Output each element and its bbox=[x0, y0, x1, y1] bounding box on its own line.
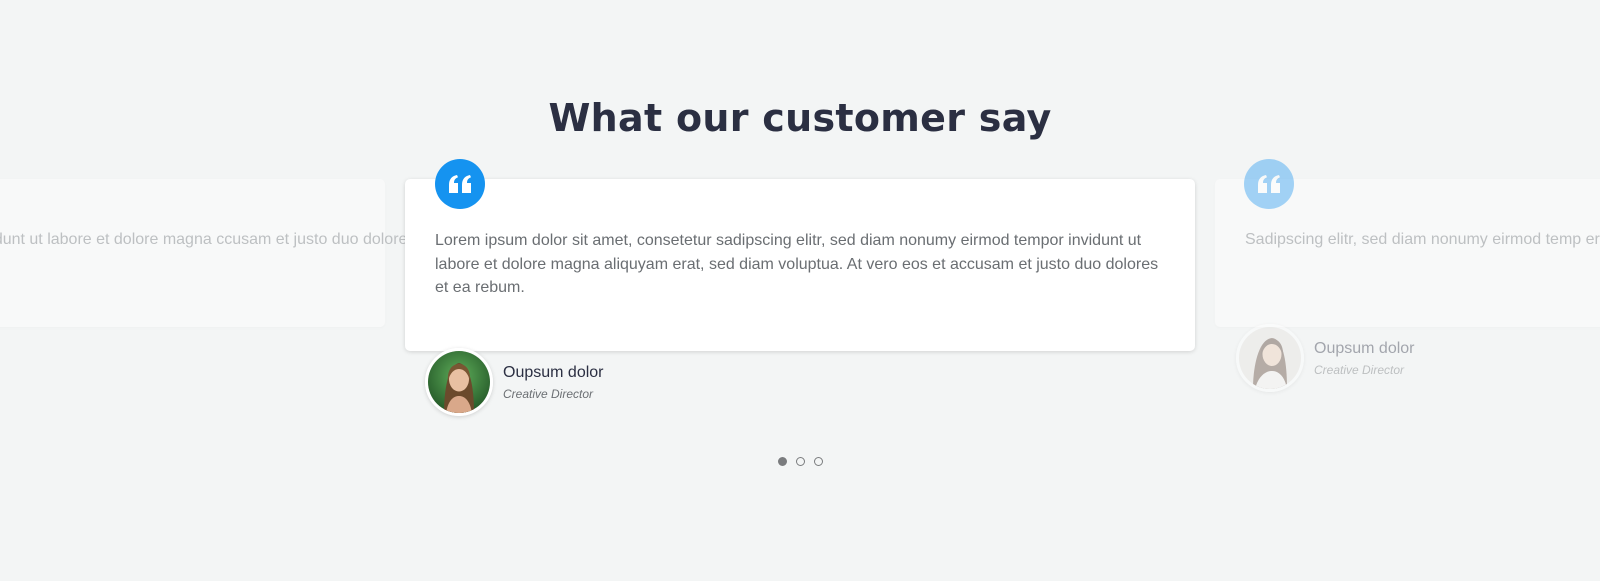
section-heading: What our customer say bbox=[548, 96, 1052, 140]
pagination-dot-3[interactable] bbox=[813, 457, 823, 466]
carousel-pagination bbox=[0, 457, 1600, 466]
author-name: Oupsum dolor bbox=[503, 363, 604, 381]
quote-icon bbox=[435, 159, 485, 209]
testimonial-text: Lorem ipsum dolor sit amet, consetetur s… bbox=[435, 232, 1159, 296]
testimonial-text: Sadipscing elitr, sed diam nonumy eirmod… bbox=[1245, 231, 1600, 248]
avatar bbox=[1236, 324, 1304, 392]
pagination-dot-2[interactable] bbox=[795, 457, 805, 466]
testimonial-text: mod tempor invidunt ut labore et dolore … bbox=[0, 231, 416, 248]
quote-icon bbox=[1244, 159, 1294, 209]
testimonial-card-active: Lorem ipsum dolor sit amet, consetetur s… bbox=[405, 179, 1195, 351]
author-name: Oupsum dolor bbox=[1314, 339, 1415, 357]
author-role: Creative Director bbox=[503, 386, 594, 401]
testimonial-card-previous[interactable]: mod tempor invidunt ut labore et dolore … bbox=[0, 179, 415, 327]
author-role: Creative Director bbox=[1314, 362, 1405, 377]
pagination-dot-1[interactable] bbox=[777, 457, 787, 466]
avatar bbox=[425, 348, 493, 416]
testimonial-author-active: Oupsum dolor Creative Director bbox=[425, 348, 604, 416]
testimonial-author-next: Oupsum dolor Creative Director bbox=[1236, 324, 1415, 392]
testimonials-section: What our customer say mod tempor invidun… bbox=[0, 0, 1600, 581]
